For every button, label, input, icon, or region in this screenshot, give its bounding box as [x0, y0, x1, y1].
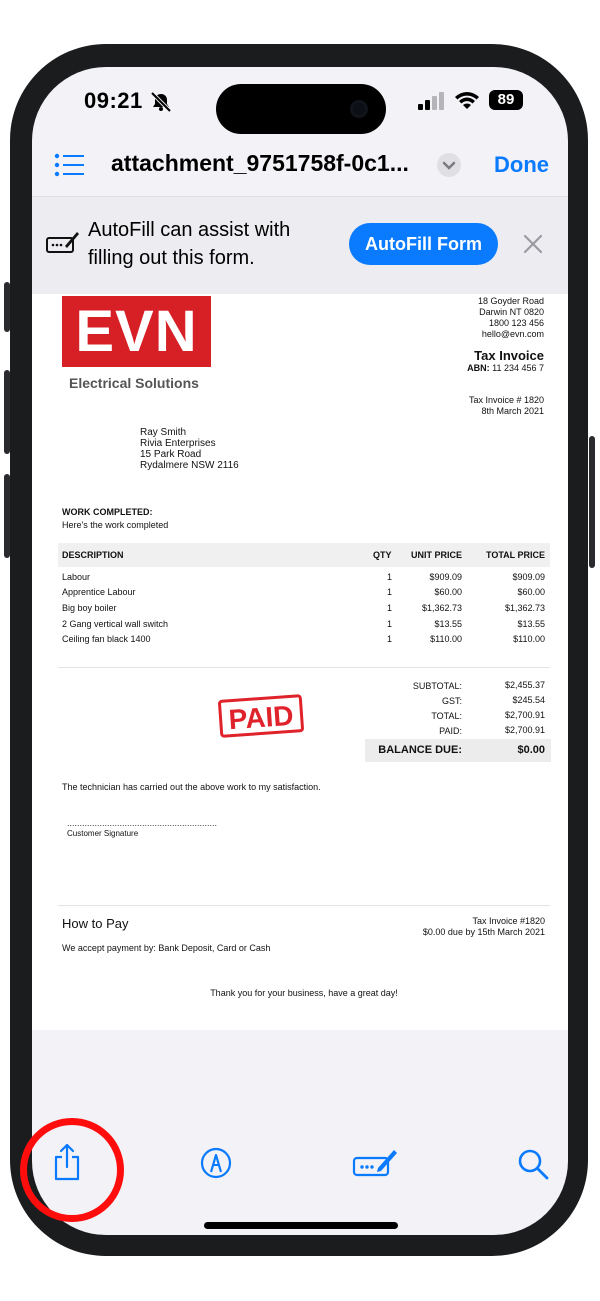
- document-title[interactable]: attachment_9751758f-0c1...: [111, 150, 409, 177]
- item-unit-price: $909.09: [429, 572, 462, 582]
- customer-street: 15 Park Road: [140, 449, 202, 460]
- invoice-date: 8th March 2021: [481, 406, 544, 416]
- autofill-icon[interactable]: [352, 1146, 398, 1178]
- abn-value: 11 234 456 7: [492, 363, 544, 373]
- item-description: Big boy boiler: [62, 603, 117, 613]
- customer-company: Rivia Enterprises: [140, 438, 216, 449]
- work-text: Here's the work completed: [62, 520, 169, 530]
- satisfaction-statement: The technician has carried out the above…: [62, 782, 321, 792]
- total-value: $2,700.91: [504, 710, 545, 720]
- form-fill-icon: [46, 232, 79, 253]
- how-to-pay-heading: How to Pay: [62, 916, 129, 931]
- item-total-price: $110.00: [513, 634, 545, 644]
- paid-stamp: PAID: [217, 694, 305, 738]
- item-qty: 1: [387, 572, 393, 582]
- item-description: 2 Gang vertical wall switch: [62, 619, 169, 629]
- action-button: [4, 282, 10, 332]
- autofill-form-button[interactable]: AutoFill Form: [349, 223, 498, 265]
- power-button: [589, 436, 595, 568]
- item-unit-price: $60.00: [434, 587, 462, 597]
- gst-value: $245.54: [512, 695, 545, 705]
- customer-suburb: Rydalmere NSW 2116: [140, 460, 239, 471]
- item-qty: 1: [387, 603, 393, 613]
- footer-invoice-number: Tax Invoice #1820: [472, 916, 545, 926]
- doc-type: Tax Invoice: [474, 348, 544, 363]
- customer-name: Ray Smith: [140, 427, 187, 438]
- item-qty: 1: [387, 634, 393, 644]
- home-indicator[interactable]: [204, 1222, 398, 1229]
- work-heading: WORK COMPLETED:: [62, 507, 153, 517]
- item-total-price: $13.55: [517, 619, 545, 629]
- footer-due: $0.00 due by 15th March 2021: [422, 927, 545, 937]
- col-description: DESCRIPTION: [62, 550, 124, 560]
- volume-up-button: [4, 370, 10, 454]
- status-time: 09:21: [84, 88, 143, 113]
- company-address-line: Darwin NT 0820: [479, 307, 544, 317]
- item-description: Apprentice Labour: [62, 587, 136, 597]
- item-total-price: $60.00: [517, 587, 545, 597]
- total-label: TOTAL:: [431, 711, 462, 721]
- signature-label: Customer Signature: [67, 829, 139, 838]
- item-total-price: $909.09: [512, 572, 545, 582]
- item-unit-price: $110.00: [430, 634, 462, 644]
- company-address-line: 18 Goyder Road: [477, 296, 544, 306]
- subtotal-label: SUBTOTAL:: [412, 681, 462, 691]
- item-qty: 1: [387, 619, 393, 629]
- close-icon[interactable]: [521, 232, 545, 256]
- paid-label: PAID:: [439, 726, 462, 736]
- evn-logo: EVN: [62, 296, 211, 367]
- thank-you-message: Thank you for your business, have a grea…: [210, 988, 398, 998]
- chevron-down-icon: [442, 161, 456, 170]
- abn-label: ABN:: [467, 363, 490, 373]
- wifi-icon: [455, 92, 479, 109]
- volume-down-button: [4, 474, 10, 558]
- divider: [58, 667, 550, 668]
- item-description: Labour: [62, 572, 91, 582]
- company-email: hello@evn.com: [481, 329, 544, 339]
- logo-subtitle: Electrical Solutions: [69, 375, 199, 391]
- table-header: [58, 543, 550, 567]
- col-unit-price: UNIT PRICE: [410, 550, 462, 560]
- company-phone: 1800 123 456: [488, 318, 544, 328]
- balance-due-value: $0.00: [517, 744, 545, 756]
- gst-label: GST:: [441, 696, 462, 706]
- signature-line: ........................................…: [67, 818, 218, 828]
- silent-bell-icon: [150, 92, 172, 112]
- markup-icon[interactable]: [200, 1147, 232, 1179]
- item-description: Ceiling fan black 1400: [62, 634, 151, 644]
- cellular-signal-icon: [418, 92, 444, 110]
- payment-methods: We accept payment by: Bank Deposit, Card…: [62, 943, 271, 953]
- done-button[interactable]: Done: [494, 152, 549, 178]
- item-qty: 1: [387, 587, 393, 597]
- col-total-price: TOTAL PRICE: [485, 550, 545, 560]
- search-icon[interactable]: [517, 1148, 549, 1180]
- invoice-number: Tax Invoice # 1820: [468, 395, 544, 405]
- autofill-message: AutoFill can assist with filling out thi…: [88, 219, 291, 269]
- divider: [58, 905, 550, 906]
- item-unit-price: $1,362.73: [421, 603, 462, 613]
- balance-due-label: BALANCE DUE:: [378, 744, 462, 756]
- abn-line: ABN: 11 234 456 7: [467, 363, 544, 373]
- subtotal-value: $2,455.37: [504, 680, 545, 690]
- col-qty: QTY: [373, 550, 392, 560]
- item-unit-price: $13.55: [434, 619, 462, 629]
- battery-indicator: 89: [489, 90, 523, 110]
- list-icon[interactable]: [54, 153, 84, 177]
- title-menu-button[interactable]: [437, 153, 461, 177]
- paid-value: $2,700.91: [504, 725, 545, 735]
- camera: [350, 100, 368, 118]
- highlight-ring: [20, 1118, 124, 1222]
- item-total-price: $1,362.73: [504, 603, 545, 613]
